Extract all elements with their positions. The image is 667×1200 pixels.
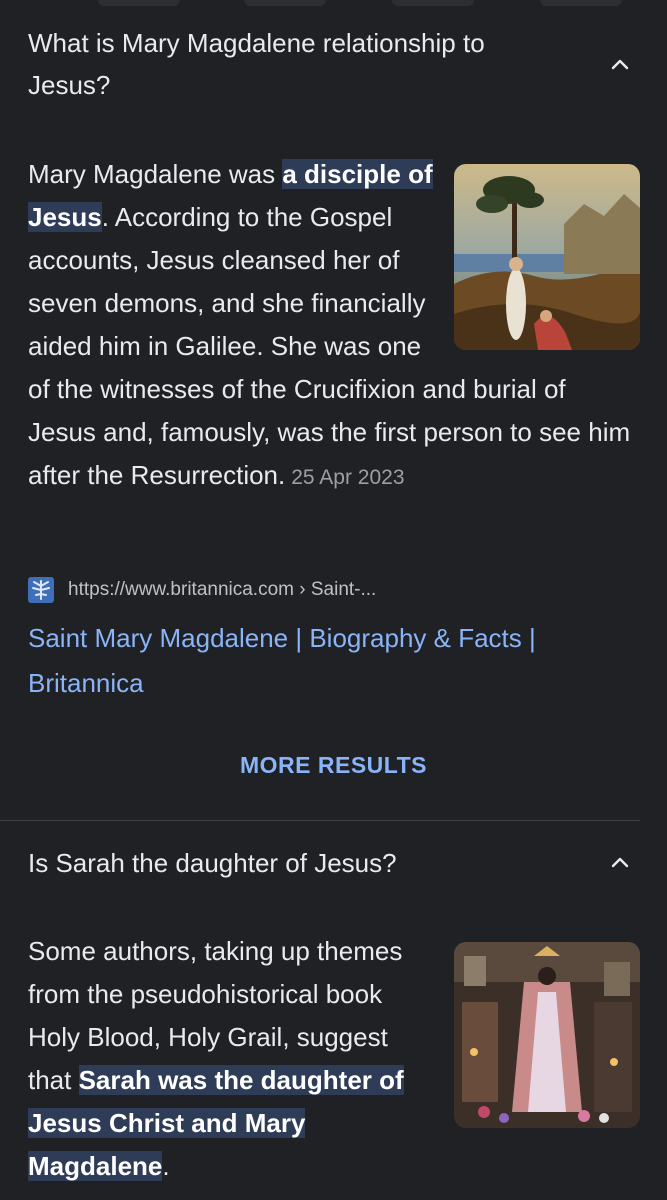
divider (0, 820, 640, 821)
chevron-up-icon[interactable] (611, 854, 629, 872)
britannica-thistle-icon (28, 577, 54, 603)
result-title-link[interactable]: Saint Mary Magdalene | Biography & Facts… (28, 616, 628, 706)
chevron-up-icon[interactable] (611, 56, 629, 74)
faq-answer-1: Mary Magdalene was a disciple of Jesus. … (28, 153, 640, 499)
faq-question-1[interactable]: What is Mary Magdalene relationship to J… (28, 22, 639, 106)
faq-question-text: What is Mary Magdalene relationship to J… (28, 28, 485, 100)
result-source[interactable]: https://www.britannica.com › Saint-... (28, 572, 376, 608)
result-url: https://www.britannica.com › Saint-... (68, 579, 377, 600)
top-cutoff-chips (0, 0, 667, 14)
faq-answer-2: Some authors, taking up themes from the … (28, 930, 640, 1188)
noli-me-tangere-painting[interactable] (454, 164, 640, 350)
saint-sarah-shrine-photo[interactable] (454, 942, 640, 1128)
highlighted-answer: Sarah was the daughter of Jesus Christ a… (28, 1065, 404, 1181)
more-results-button[interactable]: MORE RESULTS (0, 752, 667, 779)
faq-question-text: Is Sarah the daughter of Jesus? (28, 848, 397, 878)
faq-question-2[interactable]: Is Sarah the daughter of Jesus? (28, 842, 639, 884)
answer-date: 25 Apr 2023 (291, 466, 405, 489)
